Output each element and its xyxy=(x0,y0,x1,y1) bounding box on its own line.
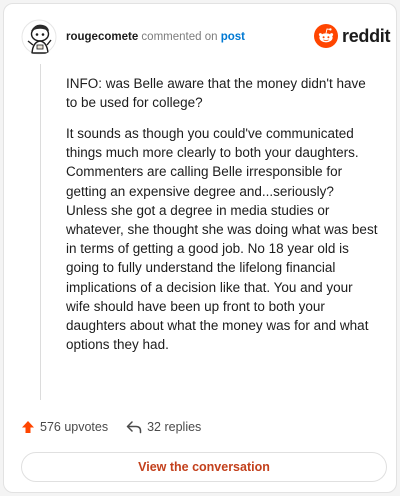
thread-line xyxy=(40,64,41,400)
comment-embed-card: rougecomete commented on post reddit INF… xyxy=(3,3,397,493)
reddit-logo[interactable]: reddit xyxy=(314,24,391,48)
reply-stat[interactable]: 32 replies xyxy=(126,420,201,434)
comment-body: INFO: was Belle aware that the money did… xyxy=(66,74,378,366)
view-conversation-button[interactable]: View the conversation xyxy=(21,452,387,482)
reply-arrow-icon xyxy=(126,421,142,434)
snoo-avatar-icon xyxy=(21,19,57,55)
avatar[interactable] xyxy=(21,19,57,55)
comment-paragraph: It sounds as though you could've communi… xyxy=(66,125,378,353)
reddit-snoo-icon xyxy=(314,24,338,48)
reddit-wordmark: reddit xyxy=(342,25,391,46)
upvote-arrow-icon xyxy=(22,421,34,433)
post-link[interactable]: post xyxy=(221,31,245,43)
action-text: commented on xyxy=(141,31,218,43)
comment-stats: 576 upvotes 32 replies xyxy=(21,418,201,436)
comment-paragraph: INFO: was Belle aware that the money did… xyxy=(66,76,366,111)
upvote-count: 576 upvotes xyxy=(40,420,109,434)
username[interactable]: rougecomete xyxy=(66,31,138,43)
upvote-stat[interactable]: 576 upvotes xyxy=(21,420,108,434)
reply-count: 32 replies xyxy=(147,420,202,434)
comment-header: rougecomete commented on post xyxy=(66,30,245,44)
